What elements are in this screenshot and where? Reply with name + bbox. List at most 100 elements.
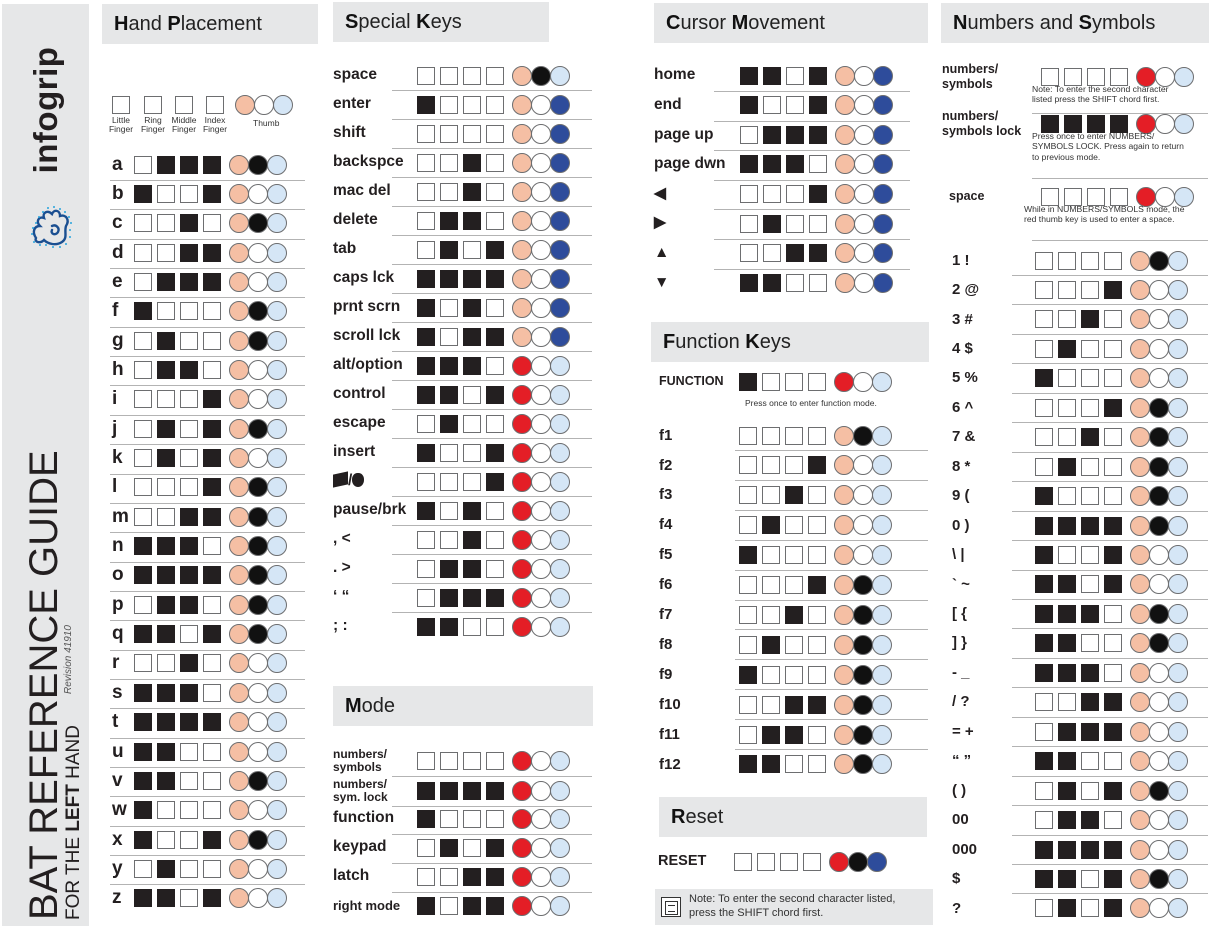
chord bbox=[740, 124, 893, 145]
finger-key-pressed-icon bbox=[417, 501, 435, 520]
finger-key-pressed-icon bbox=[1104, 575, 1122, 594]
thumb-key-icon bbox=[531, 65, 551, 86]
number-symbol-row: / ? bbox=[952, 688, 1188, 717]
row-divider bbox=[1032, 178, 1208, 179]
finger-key-icon bbox=[763, 184, 781, 203]
finger-key-icon bbox=[762, 456, 780, 475]
finger-key-pressed-icon bbox=[157, 859, 175, 878]
thumb-key-icon bbox=[531, 181, 551, 202]
finger-key-pressed-icon bbox=[740, 66, 758, 85]
section-header-function-keys: Function Keys bbox=[651, 322, 929, 362]
numbers-mode-note: Press once to enter NUMBERS/SYMBOLS LOCK… bbox=[1032, 131, 1184, 162]
key-label: f2 bbox=[659, 456, 673, 474]
thumb-key-icon bbox=[853, 604, 873, 625]
finger-key-pressed-icon bbox=[785, 695, 803, 714]
letter-row: u bbox=[112, 737, 287, 766]
key-label: / bbox=[333, 471, 417, 489]
chord bbox=[417, 471, 570, 492]
special-key-row: pause/brk bbox=[333, 496, 570, 525]
number-symbol-row: ` ~ bbox=[952, 570, 1188, 599]
chord bbox=[1035, 427, 1188, 448]
finger-key-pressed-icon bbox=[203, 449, 221, 467]
thumb-key-icon bbox=[267, 800, 287, 821]
thumb-key-icon bbox=[854, 154, 874, 175]
finger-key-icon bbox=[1104, 634, 1122, 653]
chord bbox=[417, 268, 570, 289]
key-label: f9 bbox=[659, 665, 673, 683]
finger-key-icon bbox=[1081, 280, 1099, 299]
thumb-key-icon bbox=[550, 94, 570, 115]
finger-key-icon bbox=[463, 443, 481, 462]
finger-key-icon bbox=[134, 507, 152, 526]
special-key-row: delete bbox=[333, 206, 570, 235]
thumb-key-icon bbox=[829, 851, 849, 872]
thumb-key-icon bbox=[550, 866, 570, 887]
chord bbox=[134, 389, 287, 410]
finger-key-pressed-icon bbox=[1058, 634, 1076, 653]
thumb-key-icon bbox=[531, 808, 551, 829]
thumb-key-icon bbox=[267, 624, 287, 645]
letter-row: r bbox=[112, 649, 287, 678]
thumb-key-icon bbox=[235, 95, 255, 115]
thumb-key-icon bbox=[550, 65, 570, 86]
finger-key-pressed-icon bbox=[1081, 310, 1099, 329]
special-key-row: alt/option bbox=[333, 351, 570, 380]
chord bbox=[1035, 397, 1188, 418]
finger-key-pressed-icon bbox=[809, 244, 827, 263]
chord bbox=[134, 653, 287, 674]
finger-key-icon bbox=[134, 331, 152, 350]
thumb-key-icon bbox=[834, 724, 854, 745]
function-key-row: f1 bbox=[659, 421, 892, 450]
finger-key-pressed-icon bbox=[417, 95, 435, 114]
thumb-key-icon bbox=[248, 418, 268, 439]
finger-key-pressed-icon bbox=[157, 595, 175, 614]
thumb-key-icon bbox=[1149, 545, 1169, 565]
thumb-key-icon bbox=[531, 326, 551, 347]
chord bbox=[134, 565, 287, 586]
special-key-row: insert bbox=[333, 438, 570, 467]
key-label: mac del bbox=[333, 182, 391, 200]
chord bbox=[739, 371, 892, 392]
key-label: tab bbox=[333, 240, 357, 258]
finger-key-icon bbox=[486, 298, 504, 317]
special-key-row: ‘ “ bbox=[333, 583, 570, 612]
function-key-row: f8 bbox=[659, 630, 892, 659]
finger-key-pressed-icon bbox=[463, 269, 481, 288]
chord bbox=[739, 724, 892, 745]
function-key-row: f4 bbox=[659, 511, 892, 540]
thumb-key-icon bbox=[854, 65, 874, 86]
finger-key-pressed-icon bbox=[809, 184, 827, 203]
legend-thumb-keys bbox=[232, 95, 293, 115]
chord bbox=[134, 183, 287, 204]
section-header-reset: Reset bbox=[659, 797, 927, 837]
key-label: o bbox=[112, 564, 124, 586]
finger-key-icon bbox=[786, 214, 804, 233]
finger-key-pressed-icon bbox=[1058, 604, 1076, 623]
chord bbox=[1035, 545, 1188, 565]
finger-key-icon bbox=[463, 414, 481, 433]
key-label: ; : bbox=[333, 617, 348, 635]
finger-key-pressed-icon bbox=[1035, 634, 1053, 653]
finger-key-icon bbox=[175, 96, 193, 114]
thumb-key-icon bbox=[1149, 751, 1169, 772]
finger-key-pressed-icon bbox=[134, 683, 152, 702]
finger-key-pressed-icon bbox=[1035, 487, 1053, 506]
finger-key-icon bbox=[417, 559, 435, 578]
thumb-key-icon bbox=[835, 213, 855, 234]
letter-row: c bbox=[112, 209, 287, 238]
thumb-key-icon bbox=[853, 694, 873, 715]
finger-key-icon bbox=[417, 240, 435, 259]
thumb-key-icon bbox=[531, 750, 551, 771]
finger-key-pressed-icon bbox=[417, 356, 435, 375]
finger-key-pressed-icon bbox=[1104, 398, 1122, 417]
key-label: f1 bbox=[659, 426, 673, 444]
key-label: 2 @ bbox=[952, 281, 980, 299]
section-header-special-keys: Special Keys bbox=[333, 2, 549, 42]
note-icon bbox=[661, 897, 681, 917]
special-key-row: tab bbox=[333, 235, 570, 264]
finger-key-pressed-icon bbox=[763, 273, 781, 292]
finger-key-icon bbox=[417, 211, 435, 230]
finger-key-icon bbox=[1064, 187, 1082, 206]
finger-key-pressed-icon bbox=[157, 742, 175, 761]
key-label: - _ bbox=[952, 663, 970, 681]
